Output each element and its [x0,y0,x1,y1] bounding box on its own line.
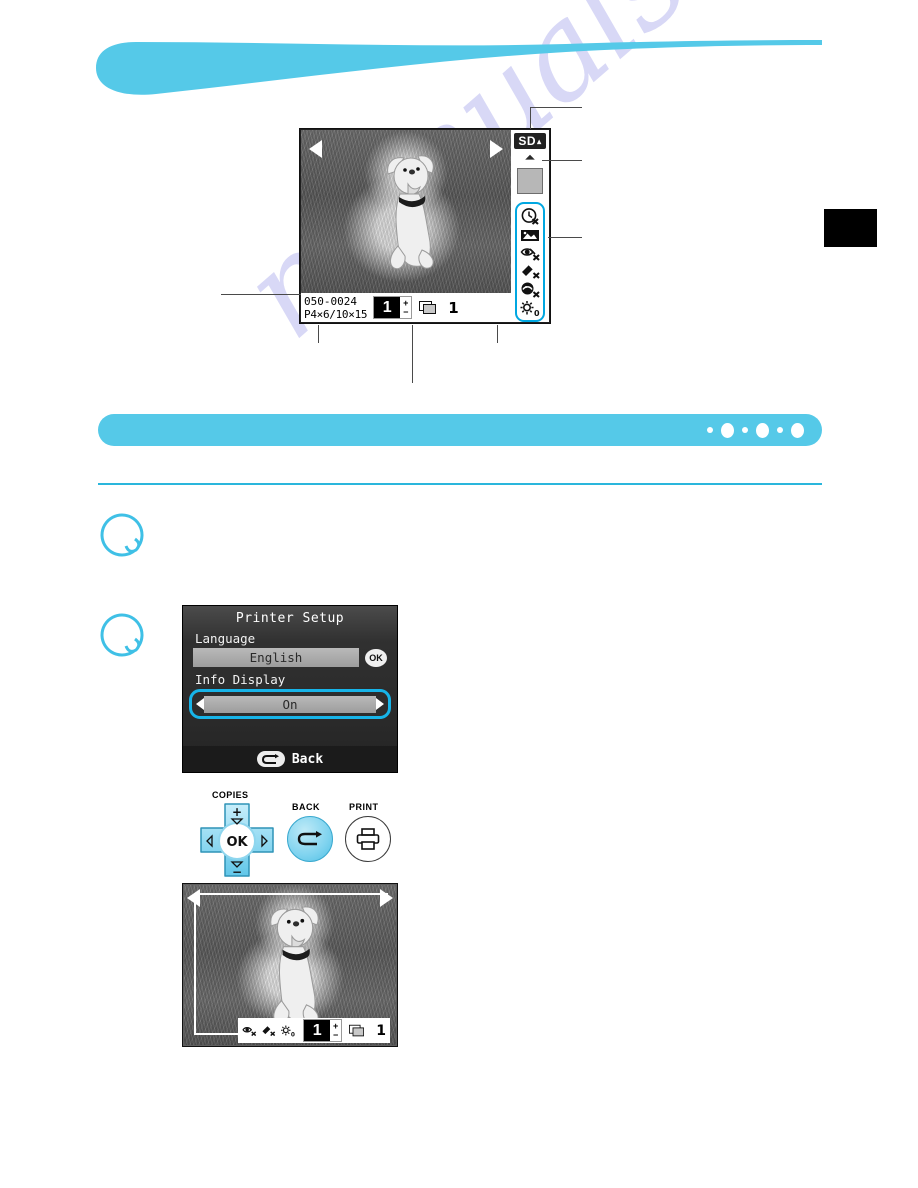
page-index-tab [824,209,877,247]
eject-icon [525,154,535,160]
crop-frame [194,893,388,1035]
return-arrow-icon[interactable] [256,751,285,767]
callout-line-card-badge-h [530,107,582,108]
face-brighten-off-icon [521,282,540,298]
print-button[interactable] [345,816,391,862]
info-display-value[interactable]: On [204,695,376,713]
callout-line-icons-h [548,237,582,238]
dog-photo-subject [387,155,434,269]
photo-preview [301,130,511,295]
next-image-arrow[interactable] [380,889,393,907]
noise-reduction-off-icon [521,264,540,279]
language-row[interactable]: English OK [183,648,397,667]
band-dot [777,427,783,433]
paper-size: P4×6/10×15 [304,307,368,321]
step-marker-2 [99,612,145,658]
brightness-value: 0 [534,309,540,317]
print-button-label: PRINT [349,802,379,812]
header-swoosh-graphic [96,40,822,95]
date-print-off-icon [521,208,539,225]
language-value[interactable]: English [193,648,359,667]
callout-line-eject-h [542,160,582,161]
copies-decrement[interactable]: − [400,307,411,317]
copies-value: 1 [374,297,401,318]
info-display-prev-arrow[interactable] [196,698,204,710]
copies-button-label: COPIES [212,790,249,800]
back-label: Back [291,751,324,767]
dpad-control[interactable]: OK + − [198,802,276,880]
svg-text:0: 0 [291,1032,295,1038]
status-icon-strip: 0 [515,202,545,322]
total-copies: 1 [448,298,459,317]
ok-badge[interactable]: OK [365,648,387,667]
callout-line-copies-v [412,325,413,383]
ok-button-label: OK [226,835,248,850]
copies-up-label: + [232,805,242,819]
back-button[interactable] [287,816,333,862]
prev-image-arrow[interactable] [187,889,200,907]
section-band [98,414,822,446]
lcd-screen-playback: 050-0024 P4×6/10×15 1 + − 1 SD ▴ 0 [299,128,551,324]
printer-button-cluster: COPIES OK + − BACK PRINT [188,790,398,880]
brightness-level-icon: 0 [281,1025,295,1038]
image-id-block: 050-0024 P4×6/10×15 [301,294,368,321]
band-dot [742,427,748,433]
copies-decrement[interactable]: − [330,1030,341,1040]
prev-image-arrow[interactable] [309,140,322,158]
return-arrow-icon [297,831,322,846]
image-optimize-icon [521,230,539,241]
red-eye-correction-off-icon [520,248,540,261]
callout-line-card-badge-v [530,107,531,129]
memory-card-badge-mark: ▴ [537,136,542,146]
memory-card-badge-label: SD [518,134,537,148]
manual-page: manualshive.com [0,0,918,1188]
menu-footer: Back [183,746,397,772]
menu-title: Printer Setup [235,611,345,626]
copies-stepper[interactable]: 1 + − [373,296,413,319]
memory-card-badge: SD ▴ [514,133,546,149]
lcd-screen-printer-setup: Printer Setup Language English OK Info D… [182,605,398,773]
red-eye-correction-off-icon [242,1027,257,1037]
language-label: Language [195,631,256,646]
info-display-next-arrow[interactable] [376,698,384,710]
photo-info-bar-compact: 0 1 + − 1 [238,1018,390,1043]
band-dot [756,422,769,438]
band-dot [707,427,713,433]
status-side-panel: SD ▴ 0 [511,130,549,322]
next-image-arrow[interactable] [490,140,503,158]
brightness-level-icon: 0 [520,301,540,317]
info-display-label: Info Display [195,672,286,687]
band-dot [791,422,804,438]
step-marker-1 [99,512,145,558]
printer-icon [356,828,380,850]
noise-reduction-off-icon [262,1026,276,1037]
photo-info-bar: 050-0024 P4×6/10×15 1 + − 1 [301,293,511,322]
band-dot-group [703,414,808,446]
print-stack-icon [349,1024,365,1036]
print-stack-icon [419,300,437,314]
copies-stepper[interactable]: 1 + − [303,1019,343,1042]
back-button-label: BACK [292,802,320,812]
copies-value: 1 [304,1020,331,1041]
memory-card-icon [517,168,543,194]
image-id: 050-0024 [304,294,357,308]
band-dot [721,422,734,438]
callout-line-imageid-h [221,294,301,295]
callout-line-total-v [497,325,498,343]
info-display-row-selected[interactable]: On [189,689,391,719]
section-divider-rule [98,483,822,485]
copies-down-label: − [232,865,242,879]
lcd-screen-info-display-off: 0 1 + − 1 [182,883,398,1047]
callout-line-papersize-v [318,325,319,343]
total-copies: 1 [376,1022,387,1039]
